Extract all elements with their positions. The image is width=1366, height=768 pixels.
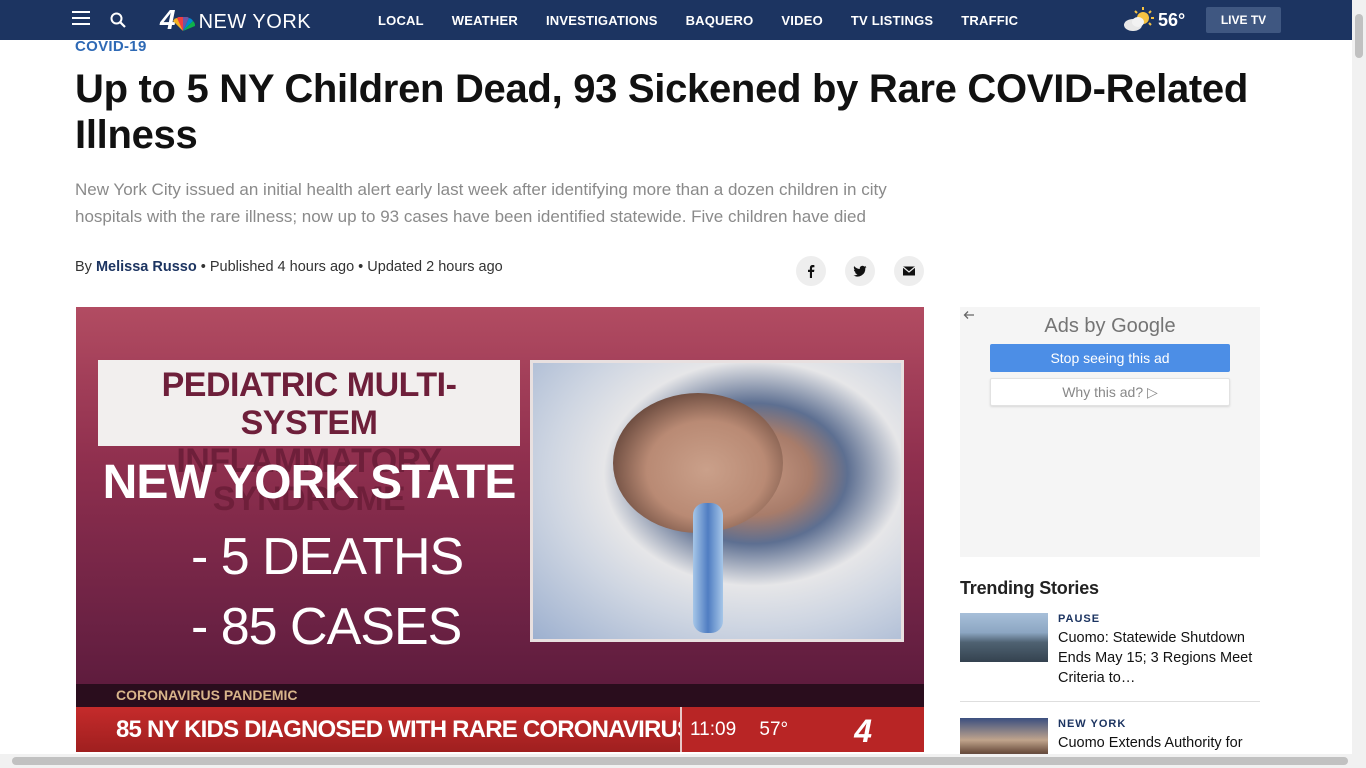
menu-icon[interactable] [72, 11, 90, 25]
station-logo: 4 [854, 713, 872, 749]
live-tv-button[interactable]: LIVE TV [1206, 7, 1281, 33]
broadcast-temp: 57° [759, 719, 789, 740]
nav-investigations[interactable]: INVESTIGATIONS [546, 13, 658, 28]
published-time: • Published 4 hours ago [200, 259, 355, 275]
nav-baquero[interactable]: BAQUERO [686, 13, 754, 28]
facebook-share-button[interactable] [796, 256, 826, 286]
horizontal-scroll-thumb[interactable] [12, 757, 1348, 765]
author-link[interactable]: Melissa Russo [96, 259, 197, 275]
nav-tv-listings[interactable]: TV LISTINGS [851, 13, 933, 28]
nav-local[interactable]: LOCAL [378, 13, 424, 28]
vertical-scrollbar[interactable] [1352, 0, 1366, 768]
ventilator-tube [693, 503, 723, 633]
lower-third-label: CORONAVIRUS PANDEMIC [76, 684, 924, 707]
stop-seeing-ad-button[interactable]: Stop seeing this ad [990, 344, 1230, 372]
ad-box: Ads by Google Stop seeing this ad Why th… [960, 307, 1260, 557]
ads-by-google-label: Ads by Google [1044, 315, 1176, 337]
peacock-icon [172, 17, 195, 31]
trending-story[interactable]: PAUSE Cuomo: Statewide Shutdown Ends May… [960, 613, 1260, 693]
why-this-ad-button[interactable]: Why this ad? ▷ [990, 378, 1230, 406]
story-thumbnail[interactable] [960, 613, 1048, 662]
broadcast-time: 11:09 [690, 719, 737, 740]
hero-deaths-stat: - 5 DEATHS [191, 528, 464, 586]
story-tag[interactable]: NEW YORK [1058, 718, 1126, 730]
twitter-icon [853, 265, 867, 277]
horizontal-scrollbar[interactable] [0, 754, 1352, 768]
hero-cases-stat: - 85 CASES [191, 598, 462, 656]
updated-time: • Updated 2 hours ago [358, 259, 503, 275]
story-headline[interactable]: Cuomo Extends Authority for [1058, 733, 1258, 753]
hero-card-line1: PEDIATRIC MULTI-SYSTEM [161, 366, 457, 442]
trending-title: Trending Stories [960, 578, 1099, 598]
trending-story[interactable]: NEW YORK Cuomo Extends Authority for [960, 718, 1260, 767]
logo-text: NEW YORK [198, 10, 312, 33]
email-icon [902, 266, 916, 276]
vertical-scroll-thumb[interactable] [1355, 14, 1363, 58]
story-headline[interactable]: Cuomo: Statewide Shutdown Ends May 15; 3… [1058, 628, 1258, 688]
email-share-button[interactable] [894, 256, 924, 286]
partly-cloudy-icon [1124, 7, 1154, 31]
hero-state-label: NEW YORK STATE [102, 456, 517, 509]
main-nav: LOCAL WEATHER INVESTIGATIONS BAQUERO VID… [378, 0, 1046, 40]
article-category[interactable]: COVID-19 [75, 38, 147, 55]
site-logo[interactable]: 4 NEW YORK [160, 6, 311, 34]
article-dek: New York City issued an initial health a… [75, 180, 887, 226]
facebook-icon [808, 265, 815, 278]
search-icon[interactable] [110, 12, 126, 28]
hero-patient-photo [530, 360, 904, 642]
hero-video[interactable]: PEDIATRIC MULTI-SYSTEM INFLAMMATORY SYND… [76, 307, 924, 752]
article-headline: Up to 5 NY Children Dead, 93 Sickened by… [75, 67, 1249, 157]
hero-card: PEDIATRIC MULTI-SYSTEM INFLAMMATORY SYND… [98, 360, 520, 518]
top-nav-bar: 4 NEW YORK LOCAL WEATHER INVESTIGATIONS … [0, 0, 1366, 40]
nav-weather[interactable]: WEATHER [452, 13, 518, 28]
story-tag[interactable]: PAUSE [1058, 613, 1100, 625]
weather-widget[interactable]: 56° [1122, 6, 1185, 34]
byline-by: By [75, 259, 92, 275]
nav-traffic[interactable]: TRAFFIC [961, 13, 1018, 28]
story-divider [960, 701, 1260, 702]
lower-third-clock: 11:09 57° 4 [680, 707, 924, 752]
byline: By Melissa Russo • Published 4 hours ago… [75, 259, 503, 275]
weather-temp: 56° [1158, 9, 1186, 30]
nav-video[interactable]: VIDEO [781, 13, 822, 28]
twitter-share-button[interactable] [845, 256, 875, 286]
